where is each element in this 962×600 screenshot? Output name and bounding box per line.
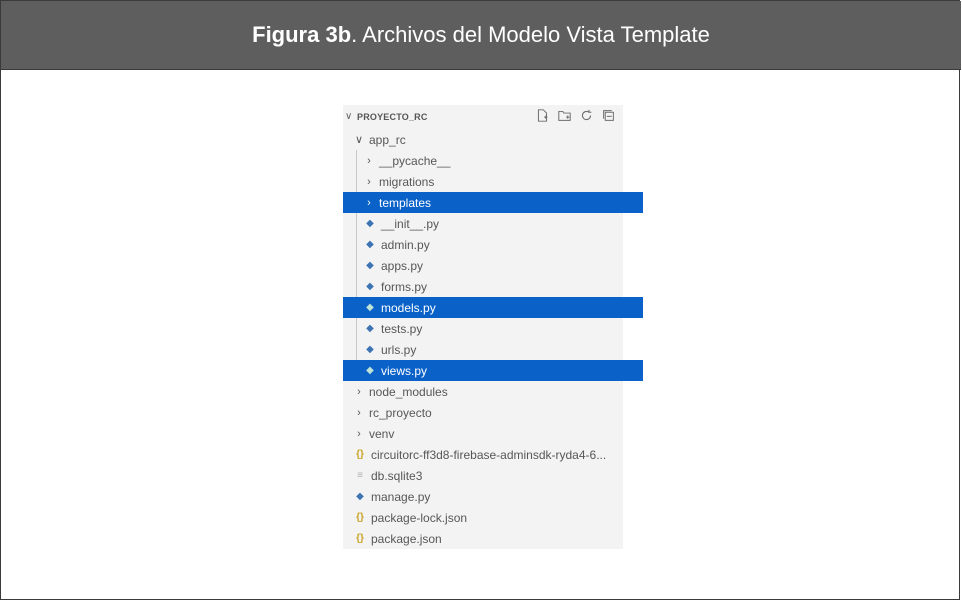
file-item[interactable]: {} package-lock.json (343, 507, 633, 528)
database-file-icon: ≡ (357, 470, 363, 481)
folder-item[interactable]: › node_modules (343, 381, 633, 402)
tree-item-label: admin.py (381, 237, 430, 252)
python-file-icon: ◆ (366, 302, 374, 313)
figure-caption-text: . Archivos del Modelo Vista Template (351, 22, 710, 47)
tree-item-label: node_modules (369, 384, 448, 399)
tree-item-label: migrations (379, 174, 435, 189)
chevron-down-icon: ∨ (354, 134, 364, 146)
file-item[interactable]: ◆ apps.py (343, 255, 643, 276)
explorer-title[interactable]: PROYECTO_RC (357, 112, 428, 122)
folder-item[interactable]: › __pycache__ (343, 150, 643, 171)
refresh-icon[interactable] (579, 108, 593, 122)
python-file-icon: ◆ (366, 218, 374, 229)
tree-item-label: manage.py (371, 489, 431, 504)
chevron-right-icon: › (367, 175, 371, 188)
figure-frame: Figura 3b. Archivos del Modelo Vista Tem… (0, 0, 961, 600)
json-file-icon: {} (356, 512, 364, 523)
figure-caption: Figura 3b. Archivos del Modelo Vista Tem… (1, 1, 961, 70)
tree-item-label: models.py (381, 300, 436, 315)
chevron-right-icon: › (357, 385, 361, 398)
tree-item-label: tests.py (381, 321, 423, 336)
tree-item-label: views.py (381, 363, 428, 378)
file-item[interactable]: {} package.json (343, 528, 633, 549)
python-file-icon: ◆ (366, 260, 374, 271)
folder-item[interactable]: › venv (343, 423, 633, 444)
file-item[interactable]: ◆ __init__.py (343, 213, 643, 234)
json-file-icon: {} (356, 533, 364, 544)
file-item[interactable]: ≡ db.sqlite3 (343, 465, 633, 486)
file-item[interactable]: ◆ manage.py (343, 486, 633, 507)
tree-item-label: app_rc (369, 132, 406, 147)
file-item[interactable]: ◆ models.py (343, 297, 643, 318)
file-item[interactable]: ◆ admin.py (343, 234, 643, 255)
file-explorer: ∨ PROYECTO_RC ∨ app_rc › __pycache__ › migrat… (343, 105, 643, 549)
collapse-all-icon[interactable] (601, 108, 615, 122)
explorer-actions (535, 108, 615, 122)
file-item[interactable]: ◆ forms.py (343, 276, 643, 297)
tree-item-label: circuitorc-ff3d8-firebase-adminsdk-ryda4… (371, 447, 607, 462)
file-item[interactable]: ◆ views.py (343, 360, 643, 381)
tree-item-label: apps.py (381, 258, 424, 273)
tree-item-label: forms.py (381, 279, 428, 294)
tree-item-label: package-lock.json (371, 510, 468, 525)
chevron-right-icon: › (367, 196, 371, 209)
folder-item[interactable]: › rc_proyecto (343, 402, 633, 423)
python-file-icon: ◆ (366, 344, 374, 355)
tree-item-label: urls.py (381, 342, 417, 357)
python-file-icon: ◆ (356, 491, 364, 502)
tree-item-label: __pycache__ (379, 153, 451, 168)
chevron-down-icon[interactable]: ∨ (345, 111, 352, 122)
tree-item-label: venv (369, 426, 395, 441)
new-folder-icon[interactable] (557, 108, 571, 122)
folder-item[interactable]: ∨ app_rc (343, 129, 633, 150)
chevron-right-icon: › (357, 427, 361, 440)
python-file-icon: ◆ (366, 365, 374, 376)
json-file-icon: {} (356, 449, 364, 460)
python-file-icon: ◆ (366, 281, 374, 292)
python-file-icon: ◆ (366, 323, 374, 334)
figure-caption-prefix: Figura 3b (252, 22, 352, 47)
new-file-icon[interactable] (535, 108, 549, 122)
explorer-header: ∨ PROYECTO_RC (343, 105, 623, 129)
chevron-right-icon: › (357, 406, 361, 419)
tree-item-label: db.sqlite3 (371, 468, 423, 483)
python-file-icon: ◆ (366, 239, 374, 250)
folder-item[interactable]: › templates (343, 192, 643, 213)
folder-item[interactable]: › migrations (343, 171, 643, 192)
file-item[interactable]: ◆ urls.py (343, 339, 643, 360)
file-item[interactable]: ◆ tests.py (343, 318, 643, 339)
chevron-right-icon: › (367, 154, 371, 167)
tree-item-label: rc_proyecto (369, 405, 432, 420)
tree-item-label: templates (379, 195, 432, 210)
tree-item-label: package.json (371, 531, 442, 546)
tree-item-label: __init__.py (381, 216, 440, 231)
file-item[interactable]: {} circuitorc-ff3d8-firebase-adminsdk-ryd… (343, 444, 633, 465)
